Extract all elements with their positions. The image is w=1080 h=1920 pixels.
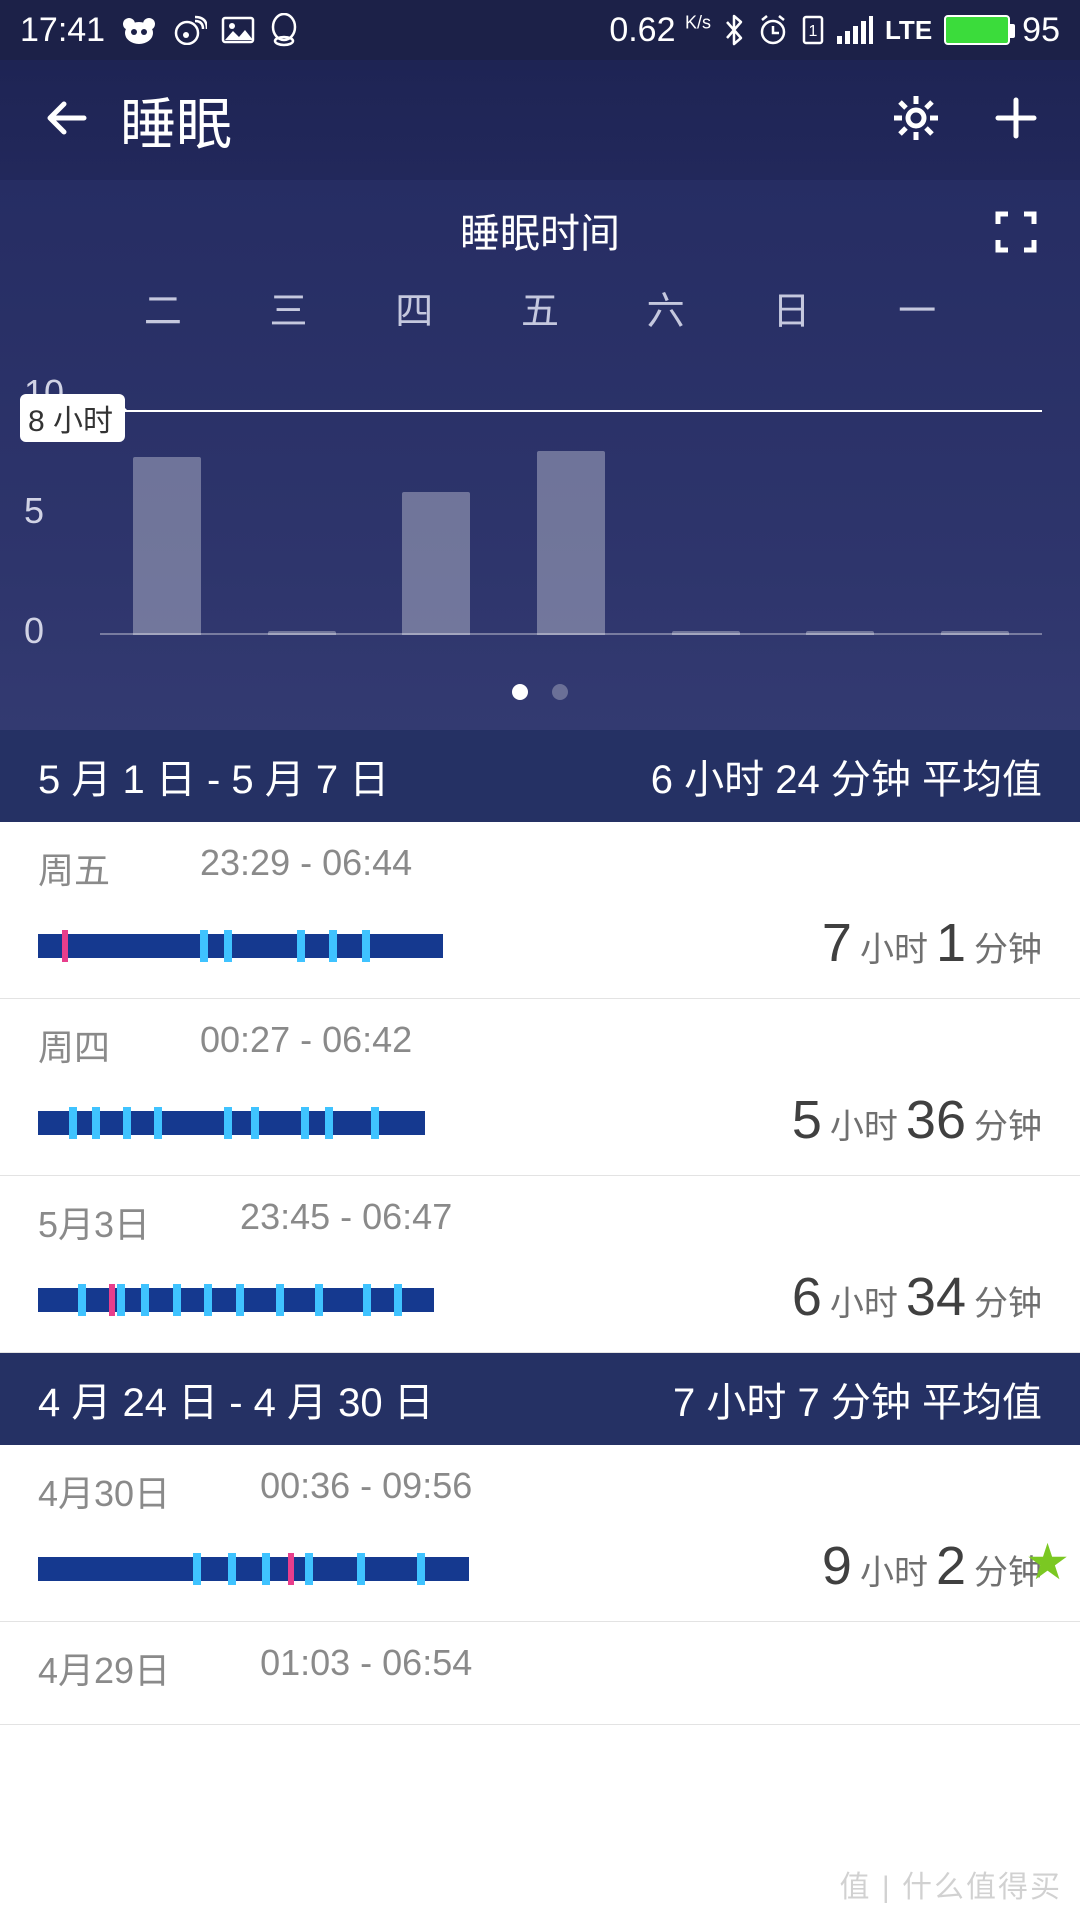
day-label: 4月30日 bbox=[38, 1465, 170, 1517]
dot-inactive[interactable] bbox=[552, 684, 568, 700]
watermark: 值 | 什么值得买 bbox=[840, 1862, 1062, 1906]
day-label: 5月3日 bbox=[38, 1196, 150, 1248]
sim-icon: 1 bbox=[801, 14, 825, 46]
day-row[interactable]: 4月30日 00:36 - 09:56 9小时2分钟★ bbox=[0, 1445, 1080, 1622]
ytick-0: 0 bbox=[24, 610, 44, 652]
day-span: 01:03 - 06:54 bbox=[260, 1642, 472, 1694]
chart-bars bbox=[100, 380, 1042, 635]
status-time: 17:41 bbox=[20, 11, 105, 50]
battery-pct: 95 bbox=[1022, 11, 1060, 50]
settings-button[interactable] bbox=[890, 92, 942, 149]
day-duration: 6小时34分钟 bbox=[792, 1266, 1042, 1328]
add-button[interactable] bbox=[992, 94, 1040, 147]
bar[interactable] bbox=[941, 631, 1009, 635]
panda-icon bbox=[119, 15, 159, 45]
day-duration: 9小时2分钟 bbox=[822, 1535, 1042, 1597]
back-button[interactable] bbox=[40, 93, 90, 148]
bluetooth-icon bbox=[723, 13, 745, 47]
sleep-timeline bbox=[38, 1103, 478, 1137]
day-span: 23:29 - 06:44 bbox=[200, 842, 412, 894]
lte-label: LTE bbox=[885, 15, 932, 46]
week-avg: 7 小时 7 分钟 平均值 bbox=[673, 1370, 1042, 1428]
bar[interactable] bbox=[806, 631, 874, 635]
qq-icon bbox=[269, 13, 299, 47]
page-indicator[interactable] bbox=[0, 684, 1080, 700]
sleep-timeline bbox=[38, 926, 478, 960]
day-duration: 7小时1分钟 bbox=[822, 912, 1042, 974]
week-range: 4 月 24 日 - 4 月 30 日 bbox=[38, 1370, 434, 1428]
net-speed: 0.62 K/s bbox=[609, 11, 711, 50]
signal-icon bbox=[837, 16, 873, 44]
bar[interactable] bbox=[537, 451, 605, 635]
sleep-chart[interactable]: 睡眠时间 二三四五六日一 10 5 0 8 小时 bbox=[0, 180, 1080, 730]
day-row[interactable]: 5月3日 23:45 - 06:47 6小时34分钟 bbox=[0, 1176, 1080, 1353]
day-row[interactable]: 4月29日 01:03 - 06:54 bbox=[0, 1622, 1080, 1725]
status-bar: 17:41 0.62 K/s 1 LTE 95 bbox=[0, 0, 1080, 60]
day-row[interactable]: 周五 23:29 - 06:44 7小时1分钟 bbox=[0, 822, 1080, 999]
page-title: 睡眠 bbox=[120, 80, 232, 161]
bar[interactable] bbox=[268, 631, 336, 635]
day-span: 00:36 - 09:56 bbox=[260, 1465, 472, 1517]
week-summary: 4 月 24 日 - 4 月 30 日 7 小时 7 分钟 平均值 bbox=[0, 1353, 1080, 1445]
image-icon bbox=[221, 15, 255, 45]
sleep-timeline bbox=[38, 1280, 478, 1314]
day-span: 00:27 - 06:42 bbox=[200, 1019, 412, 1071]
bar[interactable] bbox=[402, 492, 470, 635]
weibo-icon bbox=[173, 15, 207, 45]
dot-active[interactable] bbox=[512, 684, 528, 700]
sleep-list: 5 月 1 日 - 5 月 7 日 6 小时 24 分钟 平均值周五 23:29 -… bbox=[0, 730, 1080, 1725]
expand-button[interactable] bbox=[992, 208, 1040, 256]
week-range: 5 月 1 日 - 5 月 7 日 bbox=[38, 747, 389, 805]
week-avg: 6 小时 24 分钟 平均值 bbox=[651, 747, 1042, 805]
chart-title: 睡眠时间 bbox=[460, 201, 620, 259]
day-span: 23:45 - 06:47 bbox=[240, 1196, 452, 1248]
day-row[interactable]: 周四 00:27 - 06:42 5小时36分钟 bbox=[0, 999, 1080, 1176]
day-label: 周五 bbox=[38, 842, 110, 894]
day-label: 周四 bbox=[38, 1019, 110, 1071]
alarm-icon bbox=[757, 14, 789, 46]
ytick-5: 5 bbox=[24, 490, 44, 532]
chart-x-labels: 二三四五六日一 bbox=[0, 280, 1080, 335]
bar[interactable] bbox=[133, 457, 201, 636]
week-summary: 5 月 1 日 - 5 月 7 日 6 小时 24 分钟 平均值 bbox=[0, 730, 1080, 822]
sleep-timeline bbox=[38, 1549, 478, 1583]
bar[interactable] bbox=[672, 631, 740, 635]
app-header: 睡眠 bbox=[0, 60, 1080, 180]
star-icon: ★ bbox=[1025, 1533, 1070, 1591]
day-duration: 5小时36分钟 bbox=[792, 1089, 1042, 1151]
svg-text:1: 1 bbox=[809, 23, 818, 40]
day-label: 4月29日 bbox=[38, 1642, 170, 1694]
battery-icon bbox=[944, 15, 1010, 45]
